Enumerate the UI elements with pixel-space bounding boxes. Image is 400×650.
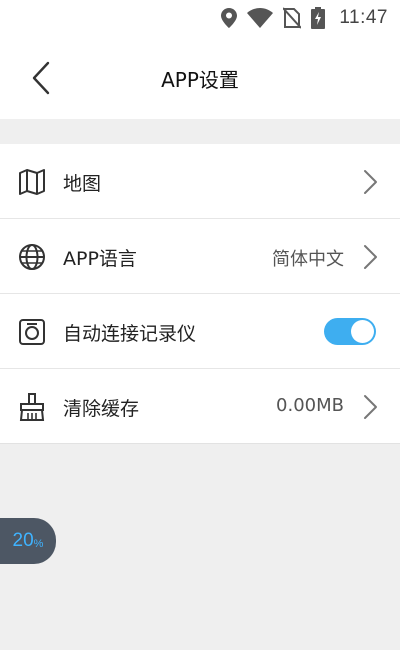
status-time: 11:47: [339, 7, 388, 28]
floating-percent-badge[interactable]: 20 %: [0, 518, 56, 564]
wifi-icon: [247, 8, 274, 28]
location-icon: [221, 8, 238, 28]
chevron-right-icon: [362, 394, 378, 424]
chevron-right-icon: [362, 244, 378, 274]
setting-row-auto-connect-recorder[interactable]: 自动连接记录仪: [0, 294, 400, 369]
badge-number: 20: [12, 530, 34, 551]
settings-list: 地图 APP语言 简体中文 自动连接记录仪 清除缓存 0.00MB: [0, 144, 400, 444]
status-bar: 11:47: [0, 0, 400, 36]
setting-label: 清除缓存: [63, 398, 140, 420]
setting-label: APP语言: [63, 248, 137, 270]
setting-value: 简体中文: [272, 249, 344, 270]
globe-icon: [18, 243, 46, 271]
no-sim-icon: [283, 7, 302, 29]
chevron-right-icon: [362, 169, 378, 199]
setting-row-clear-cache[interactable]: 清除缓存 0.00MB: [0, 369, 400, 444]
setting-row-map[interactable]: 地图: [0, 144, 400, 219]
auto-connect-toggle[interactable]: [324, 318, 376, 345]
app-header: APP设置: [0, 36, 400, 119]
toggle-knob: [351, 320, 374, 343]
broom-icon: [18, 393, 46, 421]
setting-row-app-language[interactable]: APP语言 简体中文: [0, 219, 400, 294]
setting-label: 地图: [63, 173, 102, 195]
badge-unit: %: [33, 537, 44, 550]
setting-label: 自动连接记录仪: [63, 323, 197, 345]
page-title: APP设置: [161, 68, 239, 92]
dashcam-icon: [18, 318, 46, 346]
map-icon: [18, 168, 46, 196]
setting-value: 0.00MB: [276, 395, 344, 416]
battery-charging-icon: [311, 7, 326, 29]
